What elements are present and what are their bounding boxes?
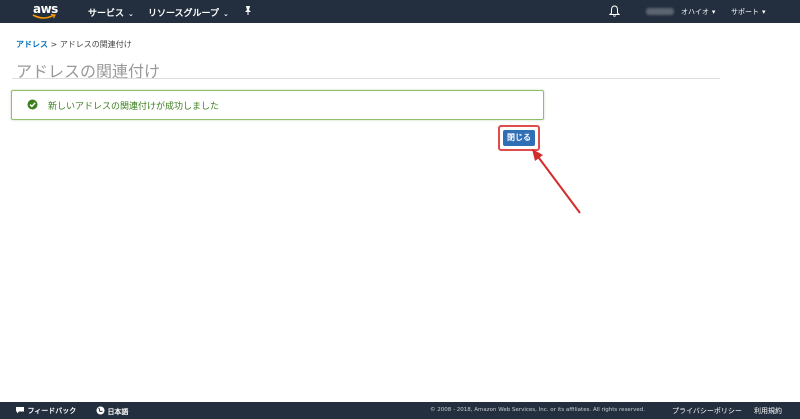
chevron-down-icon: ▾ (711, 8, 716, 16)
breadcrumb-separator: > (50, 40, 58, 49)
privacy-policy-link[interactable]: プライバシーポリシー (672, 406, 742, 416)
chevron-down-icon: ▾ (762, 8, 766, 16)
breadcrumb: アドレス > アドレスの関連付け (16, 39, 132, 50)
success-check-icon (27, 99, 38, 110)
chevron-down-icon: ⌄ (128, 10, 134, 18)
alert-message: 新しいアドレスの関連付けが成功しました (48, 102, 220, 112)
breadcrumb-link-addresses[interactable]: アドレス (16, 40, 48, 49)
annotation-arrow-icon (532, 149, 581, 214)
account-name-redacted[interactable] (646, 8, 674, 15)
close-button[interactable]: 閉じる (503, 130, 535, 146)
title-divider (12, 78, 720, 79)
success-alert: 新しいアドレスの関連付けが成功しました (11, 90, 544, 120)
footer: フィードバック 日本語 © 2008 - 2018, Amazon Web Se… (0, 402, 800, 419)
bell-icon[interactable] (609, 5, 620, 17)
region-menu[interactable]: オハイオ ▾ (681, 7, 715, 17)
chevron-down-icon: ⌄ (223, 10, 229, 18)
feedback-link[interactable]: フィードバック (15, 406, 76, 416)
top-nav: aws サービス ⌄ リソースグループ ⌄ オハイオ ▾ サポート ▾ (0, 0, 800, 23)
terms-link[interactable]: 利用規約 (754, 406, 782, 416)
aws-smile-icon (32, 14, 56, 19)
language-selector[interactable]: 日本語 (96, 406, 128, 417)
resource-groups-menu[interactable]: リソースグループ ⌄ (148, 6, 229, 19)
pin-icon[interactable] (243, 5, 253, 19)
speech-bubble-icon (16, 407, 24, 414)
aws-logo[interactable]: aws (31, 2, 61, 21)
copyright-text: © 2008 - 2018, Amazon Web Services, Inc.… (430, 407, 645, 413)
globe-icon (96, 406, 105, 415)
support-menu[interactable]: サポート ▾ (731, 7, 766, 17)
breadcrumb-current: アドレスの関連付け (59, 40, 132, 49)
services-menu[interactable]: サービス ⌄ (88, 6, 134, 19)
